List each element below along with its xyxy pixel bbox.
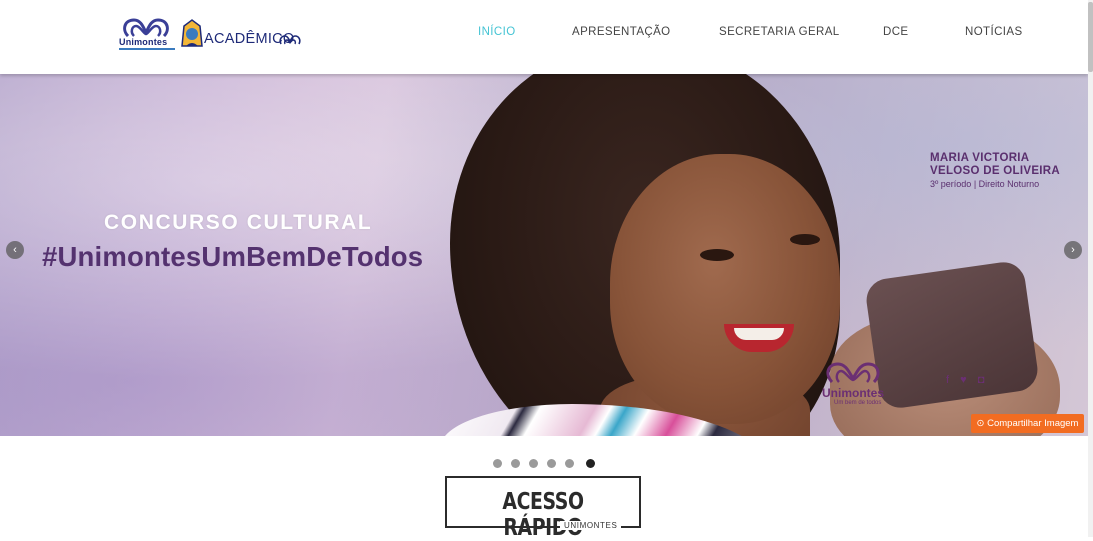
nav-item-dce[interactable]: DCE <box>883 26 908 38</box>
social-icons: f ♥ ◘ <box>946 374 989 386</box>
nav-item-inicio[interactable]: INÍCIO <box>478 26 516 38</box>
slider-prev-button[interactable]: ‹ <box>6 241 24 259</box>
slide-headline: CONCURSO CULTURAL <box>104 211 373 234</box>
unimontes-logo[interactable]: Unimontes <box>118 16 175 60</box>
share-image-label: Compartilhar Imagem <box>987 418 1079 429</box>
section-title-box: ACESSO RÁPIDO UNIMONTES <box>445 476 641 541</box>
unimontes-logo-text: Unimontes <box>119 37 168 47</box>
scrollbar-thumb[interactable] <box>1088 2 1093 72</box>
hero-slider: CONCURSO CULTURAL #UnimontesUmBemDeTodos… <box>0 74 1088 436</box>
credit-name-line2: VELOSO DE OLIVEIRA <box>930 165 1061 177</box>
slider-dot-active[interactable] <box>586 459 595 468</box>
slider-dot[interactable] <box>529 459 538 468</box>
share-image-button[interactable]: ⊙ Compartilhar Imagem <box>971 414 1084 433</box>
section-subtitle: UNIMONTES <box>560 521 622 530</box>
share-icon: ⊙ <box>976 418 988 429</box>
slide-photo-teeth <box>734 328 784 340</box>
slider-next-button[interactable]: › <box>1064 241 1082 259</box>
slide-unimontes-logo: Unimontes Um bem de todos <box>820 360 886 406</box>
page-scrollbar[interactable] <box>1088 0 1093 537</box>
slider-dot[interactable] <box>511 459 520 468</box>
academico-logo[interactable]: ACADÊMICO <box>178 14 308 54</box>
slide-credit: MARIA VICTORIA VELOSO DE OLIVEIRA 3º per… <box>930 152 1060 191</box>
nav-item-secretaria-geral[interactable]: SECRETARIA GERAL <box>719 26 840 38</box>
academico-mascot-icon <box>181 19 203 47</box>
nav-item-apresentacao[interactable]: APRESENTAÇÃO <box>572 26 671 38</box>
slide-photo-face <box>610 154 840 424</box>
slider-dot[interactable] <box>565 459 574 468</box>
slide-logo-text: Unimontes <box>822 386 885 400</box>
section-title: ACESSO RÁPIDO <box>502 489 584 541</box>
slide-hashtag: #UnimontesUmBemDeTodos <box>42 241 424 272</box>
credit-name-line1: MARIA VICTORIA <box>930 152 1030 164</box>
slide-logo-icon <box>826 362 880 384</box>
academico-logo-mark-icon <box>279 35 301 45</box>
slide-photo-eye <box>700 249 734 261</box>
site-header: Unimontes ACADÊMICO INÍCIO APRESENTAÇÃO … <box>0 0 1088 74</box>
slide-photo-phone <box>863 259 1041 411</box>
credit-detail: 3º período | Direito Noturno <box>930 179 1040 189</box>
slider-dot[interactable] <box>547 459 556 468</box>
slider-dot[interactable] <box>493 459 502 468</box>
slide-photo-eye <box>790 234 820 245</box>
slide-logo-tagline: Um bem de todos <box>834 400 882 406</box>
nav-item-noticias[interactable]: NOTÍCIAS <box>965 26 1023 38</box>
logo-underline <box>119 48 175 50</box>
